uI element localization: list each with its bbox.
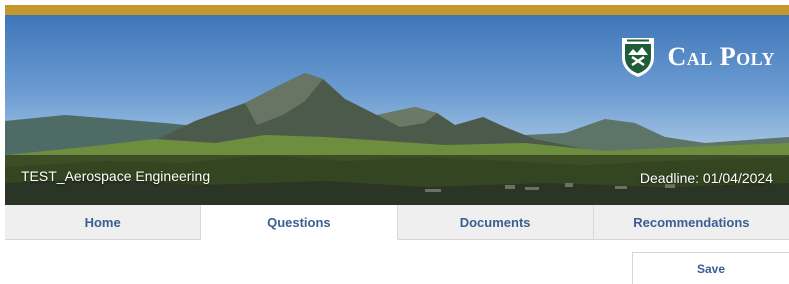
tab-documents[interactable]: Documents [397, 205, 594, 240]
tab-home[interactable]: Home [5, 205, 202, 240]
program-title: TEST_Aerospace Engineering [21, 168, 211, 184]
cal-poly-shield-icon [622, 38, 655, 77]
top-accent-bar [5, 5, 789, 15]
save-button[interactable]: Save [632, 252, 789, 284]
main-tabs: Home Questions Documents Recommendations [5, 205, 789, 240]
hero-banner: Cal Poly TEST_Aerospace Engineering Dead… [5, 15, 789, 205]
brand-wordmark: Cal Poly [667, 42, 775, 71]
tab-questions[interactable]: Questions [201, 205, 398, 240]
tab-recommendations[interactable]: Recommendations [593, 205, 789, 240]
application-page: Cal Poly TEST_Aerospace Engineering Dead… [0, 0, 789, 284]
cal-poly-logo[interactable]: Cal Poly [619, 35, 775, 79]
deadline-label: Deadline: 01/04/2024 [639, 170, 773, 186]
